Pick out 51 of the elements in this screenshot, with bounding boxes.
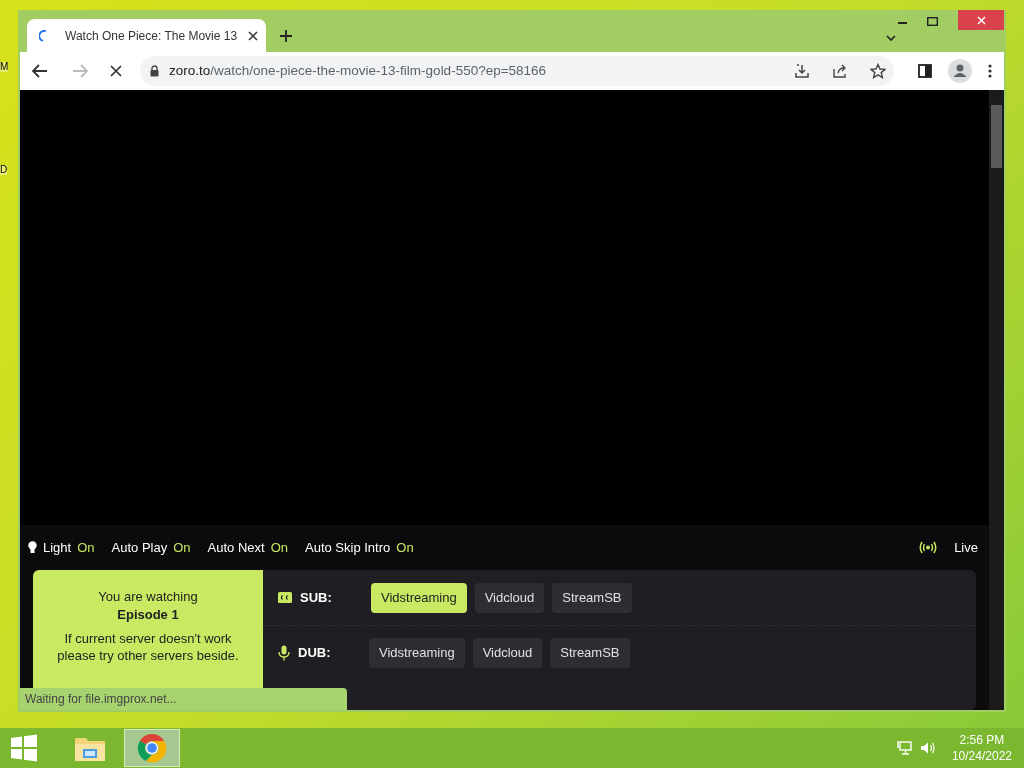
closed-captions-icon [278, 592, 292, 603]
url-text: zoro.to/watch/one-piece-the-movie-13-film-gold-550?ep=58166 [169, 61, 548, 80]
watching-intro: You are watching [98, 588, 198, 606]
toggle-state[interactable]: On [396, 537, 414, 558]
server-button[interactable]: Vidcloud [472, 638, 543, 668]
share-icon[interactable] [832, 63, 848, 79]
profile-avatar-icon[interactable] [948, 59, 972, 83]
desktop-icon-label: M [0, 62, 9, 72]
toggle-label[interactable]: Light [43, 537, 72, 558]
server-button[interactable]: Vidcloud [474, 582, 545, 613]
taskbar-app[interactable] [124, 729, 180, 767]
new-tab-icon[interactable] [280, 30, 292, 42]
lock-icon [150, 65, 159, 77]
toggle-state[interactable]: On [173, 537, 191, 558]
loading-spinner-icon [39, 29, 49, 42]
maximize-icon[interactable] [927, 17, 938, 26]
toggle-label[interactable]: Auto Skip Intro [305, 537, 391, 558]
menu-icon[interactable] [988, 64, 992, 78]
toggle-label[interactable]: Auto Play [111, 537, 168, 558]
server-button[interactable]: StreamSB [550, 638, 630, 668]
microphone-icon [278, 645, 290, 661]
back-arrow-icon[interactable] [32, 64, 48, 78]
stop-loading-icon[interactable] [110, 65, 122, 77]
server-button[interactable]: Vidstreaming [371, 582, 467, 613]
side-panel-icon[interactable] [918, 64, 932, 78]
browser-tab[interactable]: Watch One Piece: The Movie 13 [27, 19, 266, 52]
chrome-logo-icon [137, 733, 167, 763]
toggle-label[interactable]: Auto Next [207, 537, 265, 558]
live-label[interactable]: Live [954, 537, 978, 558]
install-icon[interactable] [794, 63, 810, 79]
server-note: If current server doesn't work please try other servers beside. [56, 630, 240, 664]
server-button[interactable]: Vidstreaming [369, 638, 465, 668]
server-button[interactable]: StreamSB [552, 582, 632, 613]
close-icon[interactable] [248, 30, 258, 41]
toggle-state[interactable]: On [270, 537, 288, 558]
tab-title: Watch One Piece: The Movie 13 [64, 27, 239, 45]
live-broadcast-icon [919, 540, 938, 554]
status-bar: Waiting for file.imgprox.net... [20, 688, 347, 710]
chevron-down-icon[interactable] [886, 35, 896, 42]
address-bar[interactable]: zoro.to/watch/one-piece-the-movie-13-film-gold-550?ep=58166 [140, 56, 894, 86]
star-icon[interactable] [870, 63, 886, 79]
close-icon [976, 15, 986, 25]
episode-label: Episode 1 [117, 606, 179, 624]
light-bulb-icon [28, 540, 37, 554]
audio-type-label: DUB: [298, 644, 332, 663]
desktop-icon-label: D [0, 165, 8, 175]
toggle-state[interactable]: On [77, 537, 95, 558]
windows-start-icon[interactable] [10, 734, 38, 762]
scrollbar[interactable] [989, 90, 1004, 710]
audio-type-label: SUB: [300, 588, 333, 607]
minimize-icon[interactable] [898, 22, 907, 25]
